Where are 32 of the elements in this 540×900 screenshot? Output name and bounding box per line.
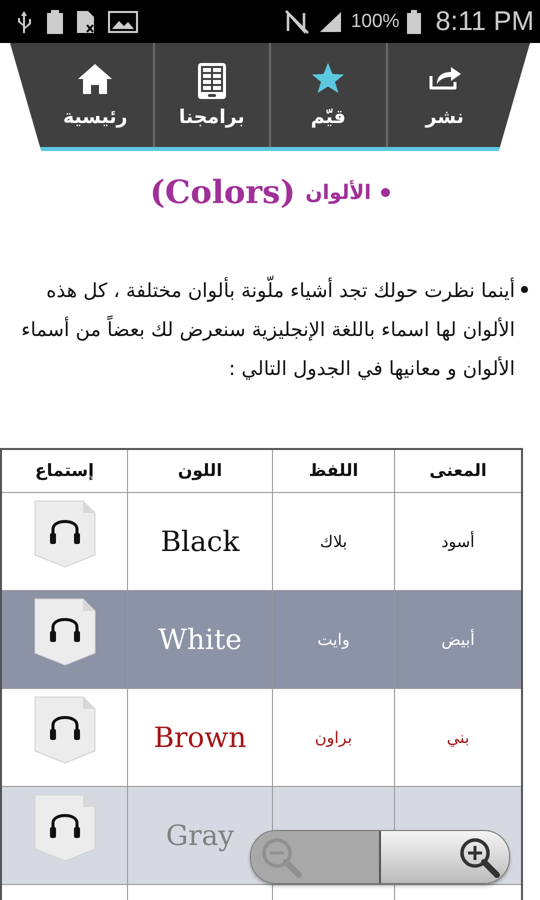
meaning-text: أسود: [441, 532, 475, 551]
bullet-icon: [381, 188, 390, 196]
color-name: Brown: [154, 721, 246, 754]
battery-icon: [407, 10, 422, 34]
toolbar-button[interactable]: برامجنا: [152, 43, 269, 147]
toolbar-button[interactable]: نشر: [386, 43, 502, 147]
meaning-text: أبيض: [441, 630, 475, 649]
column-header: المعنى: [394, 449, 522, 492]
color-name: Black: [160, 525, 240, 558]
battery-percent: 100%: [350, 10, 400, 32]
silent-icon: [284, 10, 311, 34]
section-title: الألوان: [305, 180, 372, 204]
column-header: إستماع: [1, 449, 128, 492]
color-name: Gray: [166, 819, 234, 852]
zoom-in-button[interactable]: [381, 831, 509, 883]
color-name: White: [158, 623, 242, 656]
signal-icon: [318, 10, 343, 34]
pronunciation-text: وايت: [317, 630, 350, 649]
pronunciation-text: بلاك: [320, 532, 348, 551]
toolbar-button[interactable]: قيّم: [269, 43, 386, 147]
meaning-text: بني: [446, 728, 470, 747]
column-header: اللفظ: [272, 449, 394, 492]
clock: 8:11 PM: [435, 6, 534, 37]
sim-card-icon: [76, 10, 96, 34]
section-title: (Colors): [150, 173, 296, 211]
bullet-icon: [521, 286, 528, 293]
intro-paragraph: أينما نظرت حولك تجد أشياء ملّونة بألوان مختلفة ، كل هذه الألوان لها اسماء باللغة الإنجليزية سنعرض لك بعضاً من أسماء الألوان و معانيها في الجدول التالي :: [8, 271, 515, 388]
image-icon: [108, 10, 138, 34]
pronunciation-text: براون: [314, 728, 352, 747]
column-header: اللون: [128, 449, 272, 492]
toolbar-button[interactable]: رئيسية: [38, 43, 152, 147]
battery-icon: [46, 10, 64, 34]
